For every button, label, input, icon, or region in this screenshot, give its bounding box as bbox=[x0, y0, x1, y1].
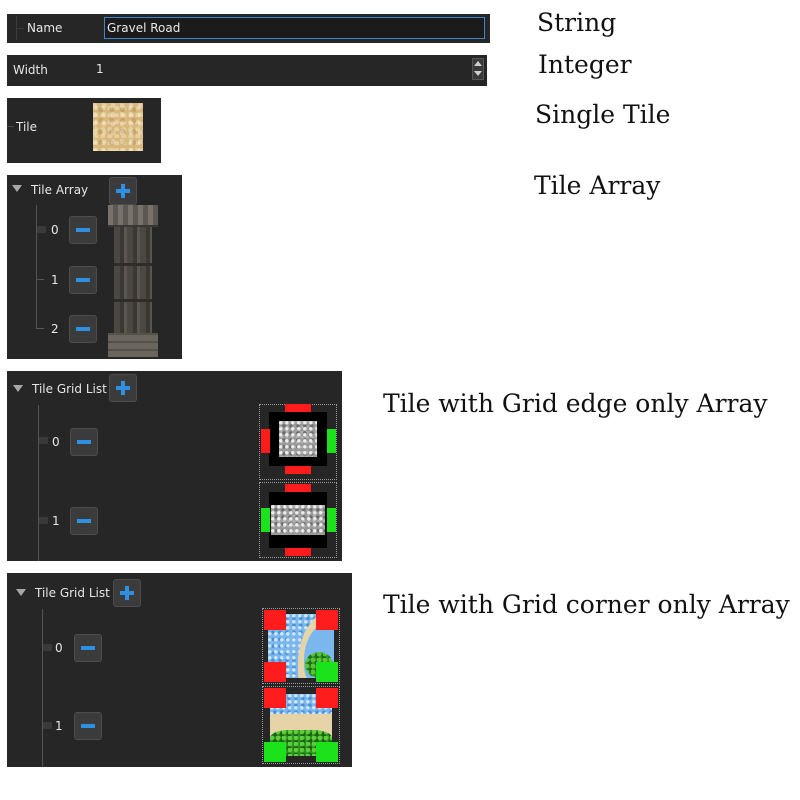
tree-connector bbox=[36, 205, 37, 329]
grid-corner-bottom-right bbox=[316, 662, 338, 682]
grid-corner-top-right bbox=[316, 610, 338, 630]
remove-element-button[interactable] bbox=[69, 216, 97, 244]
minus-icon bbox=[81, 646, 95, 650]
tile-array-label: Tile Array bbox=[31, 183, 89, 197]
spin-up-icon[interactable] bbox=[474, 61, 482, 66]
tree-knot bbox=[39, 437, 48, 444]
single-tile-caption: Single Tile bbox=[535, 100, 671, 129]
expand-arrow-icon[interactable] bbox=[12, 185, 22, 192]
tile-property-row: Tile bbox=[7, 98, 161, 163]
array-index-0: 0 bbox=[51, 223, 59, 237]
grid-edge-index-0: 0 bbox=[52, 435, 60, 449]
grid-edge-left bbox=[261, 508, 270, 532]
grid-edge-caption: Tile with Grid edge only Array bbox=[383, 389, 768, 418]
remove-element-button[interactable] bbox=[74, 634, 102, 662]
tile-array-caption: Tile Array bbox=[534, 171, 661, 200]
beach-corner-tile-1[interactable] bbox=[262, 686, 340, 764]
string-caption: String bbox=[537, 8, 617, 37]
add-element-button[interactable] bbox=[109, 374, 137, 402]
gravel-tile-image bbox=[271, 505, 325, 535]
gravel-edge-tile-0[interactable] bbox=[259, 404, 337, 480]
width-spinbox[interactable] bbox=[472, 58, 484, 80]
tile-grid-list-edge-panel: Tile Grid List 0 1 bbox=[7, 371, 342, 561]
minus-icon bbox=[76, 278, 90, 282]
remove-element-button[interactable] bbox=[74, 712, 102, 740]
grid-corner-index-0: 0 bbox=[55, 641, 63, 655]
stone-pillar-tiles-thumbnail[interactable] bbox=[108, 205, 158, 357]
grid-corner-bottom-left bbox=[264, 662, 286, 682]
grid-edge-bottom bbox=[285, 548, 311, 556]
grid-edge-bottom bbox=[285, 466, 311, 474]
add-element-button[interactable] bbox=[113, 579, 141, 607]
tile-grid-list-corner-panel: Tile Grid List 0 1 bbox=[7, 573, 352, 767]
tree-connector bbox=[36, 328, 44, 329]
array-index-1: 1 bbox=[51, 273, 59, 287]
grid-edge-top bbox=[285, 404, 311, 412]
minus-icon bbox=[76, 228, 90, 232]
sand-tile-thumbnail[interactable] bbox=[93, 103, 143, 151]
width-label: Width bbox=[13, 63, 48, 77]
expand-arrow-icon[interactable] bbox=[13, 385, 23, 392]
width-input[interactable]: 1 bbox=[91, 58, 471, 82]
remove-element-button[interactable] bbox=[70, 507, 98, 535]
tile-array-panel: Tile Array 0 1 2 bbox=[7, 175, 182, 359]
tree-connector bbox=[36, 279, 44, 280]
minus-icon bbox=[81, 724, 95, 728]
tile-grid-list-label: Tile Grid List bbox=[32, 382, 107, 396]
minus-icon bbox=[76, 327, 90, 331]
tile-grid-list-label: Tile Grid List bbox=[35, 586, 110, 600]
grid-corner-bottom-right bbox=[316, 742, 338, 762]
remove-element-button[interactable] bbox=[69, 266, 97, 294]
tree-knot bbox=[39, 517, 48, 524]
remove-element-button[interactable] bbox=[69, 315, 97, 343]
grid-corner-bottom-left bbox=[264, 742, 286, 762]
beach-corner-tile-0[interactable] bbox=[262, 608, 340, 684]
grid-edge-right bbox=[327, 429, 336, 453]
grid-edge-left bbox=[261, 429, 270, 453]
grid-corner-index-1: 1 bbox=[55, 719, 63, 733]
remove-element-button[interactable] bbox=[70, 428, 98, 456]
grid-edge-index-1: 1 bbox=[52, 514, 60, 528]
array-index-2: 2 bbox=[51, 322, 59, 336]
tree-knot bbox=[37, 226, 46, 233]
integer-caption: Integer bbox=[538, 50, 632, 79]
grid-edge-right bbox=[327, 508, 336, 532]
grid-edge-top bbox=[285, 484, 311, 492]
grid-corner-top-left bbox=[264, 688, 286, 708]
width-property-row: Width 1 bbox=[7, 55, 487, 86]
tile-label: Tile bbox=[16, 120, 38, 134]
tree-knot bbox=[43, 644, 52, 651]
tree-connector bbox=[38, 405, 39, 561]
grid-corner-top-right bbox=[316, 688, 338, 708]
name-input-value: Gravel Road bbox=[107, 21, 181, 35]
tree-connector bbox=[16, 28, 24, 29]
width-input-value: 1 bbox=[96, 62, 104, 76]
spin-down-icon[interactable] bbox=[474, 71, 482, 76]
name-property-row: Name Gravel Road bbox=[7, 14, 490, 43]
gravel-edge-tile-1[interactable] bbox=[259, 482, 337, 558]
minus-icon bbox=[77, 440, 91, 444]
tree-knot bbox=[43, 722, 52, 729]
grid-corner-caption: Tile with Grid corner only Array bbox=[383, 590, 790, 619]
name-label: Name bbox=[27, 21, 63, 35]
tree-connector bbox=[42, 609, 43, 767]
grid-corner-top-left bbox=[264, 610, 286, 630]
minus-icon bbox=[77, 519, 91, 523]
add-element-button[interactable] bbox=[109, 177, 137, 205]
name-input[interactable]: Gravel Road bbox=[104, 17, 485, 39]
gravel-tile-image bbox=[279, 421, 317, 457]
expand-arrow-icon[interactable] bbox=[16, 589, 26, 596]
tree-connector bbox=[7, 126, 14, 127]
